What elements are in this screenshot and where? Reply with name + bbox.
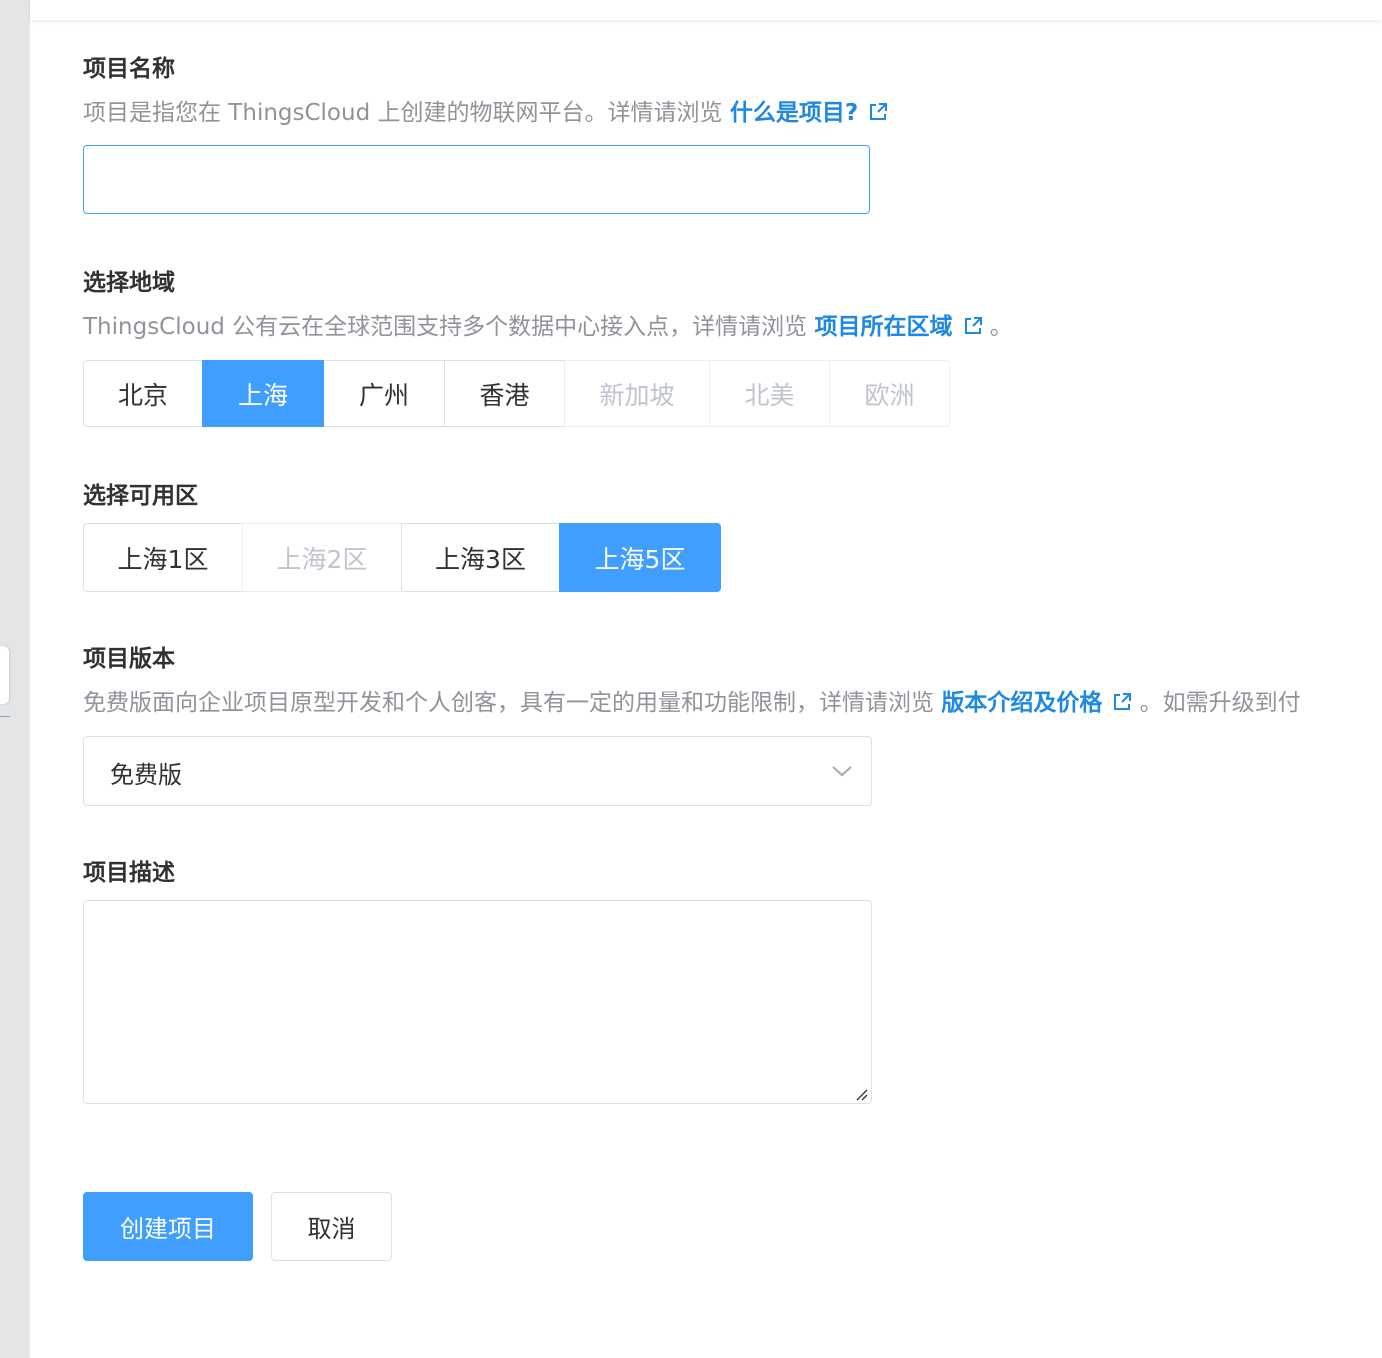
zone-selector: 上海1区 上海2区 上海3区 上海5区 [83, 523, 721, 592]
description-section: 项目描述 [83, 858, 175, 888]
region-desc-suffix: 。 [982, 314, 1013, 340]
region-option-beijing[interactable]: 北京 [83, 360, 203, 427]
header-bar [30, 0, 1382, 20]
edition-desc-suffix: 。如需升级到付 [1132, 690, 1301, 716]
edition-desc-text: 免费版面向企业项目原型开发和个人创客，具有一定的用量和功能限制，详情请浏览 [83, 690, 942, 716]
region-option-europe: 欧洲 [829, 360, 950, 427]
create-project-button[interactable]: 创建项目 [83, 1192, 253, 1261]
edition-section: 项目版本 免费版面向企业项目原型开发和个人创客，具有一定的用量和功能限制，详情请… [83, 644, 1301, 716]
side-divider [0, 716, 10, 717]
region-option-north-america: 北美 [709, 360, 830, 427]
edition-select-value: 免费版 [110, 761, 182, 789]
region-section: 选择地域 ThingsCloud 公有云在全球范围支持多个数据中心接入点，详情请… [83, 268, 1013, 340]
region-selector: 北京 上海 广州 香港 新加坡 北美 欧洲 [83, 360, 950, 427]
cancel-button[interactable]: 取消 [271, 1192, 392, 1261]
edition-label: 项目版本 [83, 646, 175, 672]
side-collapse-handle[interactable] [0, 646, 9, 704]
external-link-icon[interactable] [963, 316, 983, 336]
project-region-link[interactable]: 项目所在区域 [815, 314, 953, 340]
project-name-label: 项目名称 [83, 56, 175, 82]
region-option-shanghai[interactable]: 上海 [202, 360, 324, 427]
region-option-singapore: 新加坡 [564, 360, 710, 427]
what-is-project-link[interactable]: 什么是项目? [730, 100, 858, 126]
external-link-icon[interactable] [1112, 692, 1132, 712]
region-option-guangzhou[interactable]: 广州 [323, 360, 445, 427]
chevron-down-icon [831, 763, 853, 777]
zone-section: 选择可用区 [83, 481, 198, 511]
region-desc: ThingsCloud 公有云在全球范围支持多个数据中心接入点，详情请浏览 项目… [83, 312, 1013, 342]
edition-select[interactable]: 免费版 [83, 736, 872, 806]
description-textarea[interactable] [83, 900, 872, 1104]
edition-desc: 免费版面向企业项目原型开发和个人创客，具有一定的用量和功能限制，详情请浏览 版本… [83, 688, 1301, 718]
project-name-desc-text: 项目是指您在 ThingsCloud 上创建的物联网平台。详情请浏览 [83, 100, 730, 126]
zone-option-3[interactable]: 上海3区 [401, 523, 560, 592]
zone-option-1[interactable]: 上海1区 [83, 523, 243, 592]
project-name-input[interactable] [83, 145, 870, 214]
region-option-hongkong[interactable]: 香港 [444, 360, 565, 427]
zone-option-5[interactable]: 上海5区 [559, 523, 721, 592]
project-name-section: 项目名称 项目是指您在 ThingsCloud 上创建的物联网平台。详情请浏览 … [83, 54, 888, 126]
zone-option-2: 上海2区 [242, 523, 402, 592]
region-desc-text: ThingsCloud 公有云在全球范围支持多个数据中心接入点，详情请浏览 [83, 314, 815, 340]
zone-label: 选择可用区 [83, 483, 198, 509]
project-name-desc: 项目是指您在 ThingsCloud 上创建的物联网平台。详情请浏览 什么是项目… [83, 98, 888, 128]
description-label: 项目描述 [83, 860, 175, 886]
region-label: 选择地域 [83, 270, 175, 296]
external-link-icon[interactable] [868, 102, 888, 122]
edition-pricing-link[interactable]: 版本介绍及价格 [941, 690, 1102, 716]
resize-handle-icon[interactable] [854, 1086, 868, 1101]
